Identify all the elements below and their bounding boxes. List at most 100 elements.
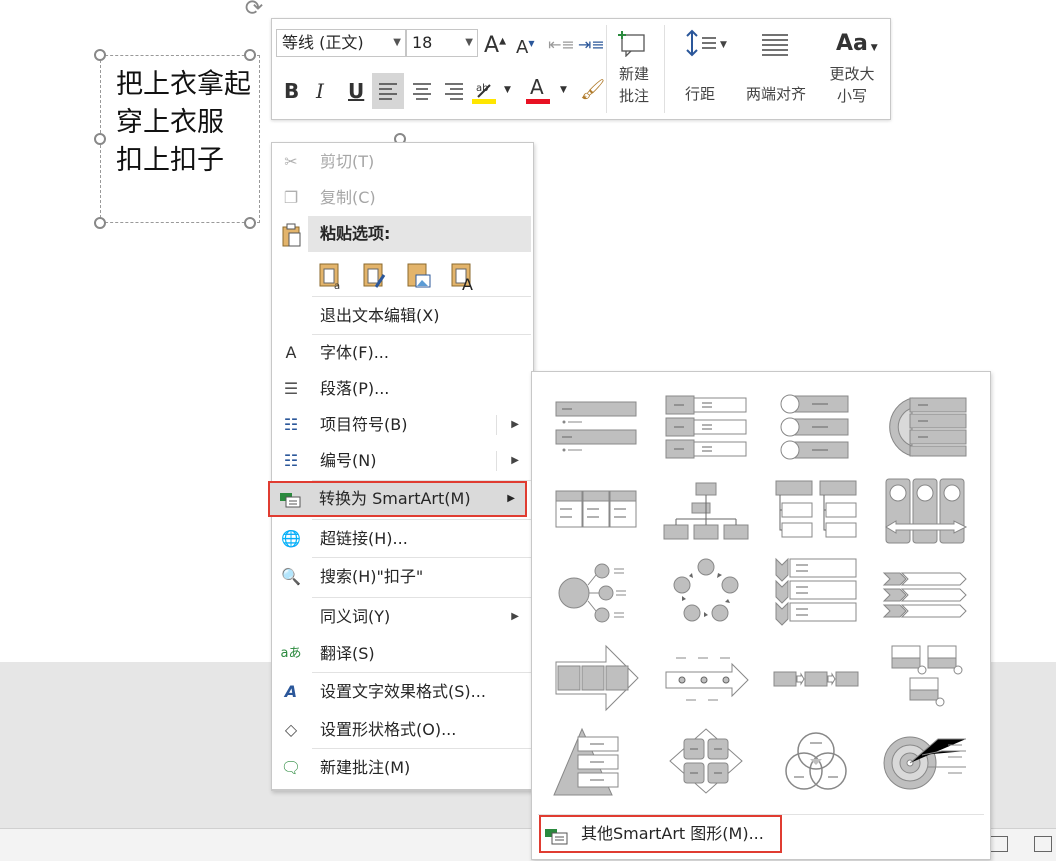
submenu-arrow-icon[interactable]: ▶ — [511, 407, 519, 443]
menu-item-new-comment[interactable]: 🗨 新建批注(M) — [272, 750, 531, 786]
menu-item-shape-format[interactable]: ◇ 设置形状格式(O)... — [272, 712, 531, 748]
chevron-down-icon: ▼ — [465, 37, 473, 48]
menu-item-label: 字体(F)... — [320, 343, 389, 362]
highlight-color-button[interactable]: ab — [470, 77, 500, 107]
menu-item-translate[interactable]: aあ 翻译(S) — [272, 636, 531, 672]
smartart-horizontal-bullet-list[interactable] — [662, 392, 750, 462]
rotate-handle-icon[interactable]: ⟳ — [237, 0, 271, 20]
bullets-icon: ☷ — [283, 415, 299, 434]
normal-view-icon[interactable] — [990, 836, 1008, 852]
format-painter-icon[interactable]: 🖌 — [580, 77, 605, 101]
smartart-radial-list[interactable] — [552, 557, 640, 627]
resize-handle[interactable] — [244, 49, 256, 61]
justify-button[interactable]: 两端对齐 — [738, 25, 814, 115]
bold-icon: B — [284, 79, 300, 103]
resize-handle[interactable] — [244, 217, 256, 229]
menu-item-label: 超链接(H)... — [320, 529, 408, 548]
menu-item-synonyms[interactable]: 同义词(Y) ▶ — [272, 599, 531, 635]
smartart-vertical-bullet-list[interactable] — [552, 392, 640, 462]
menu-item-search[interactable]: 🔍 搜索(H)"扣子" — [272, 559, 531, 595]
italic-icon: I — [316, 79, 324, 103]
menu-item-font[interactable]: A 字体(F)... — [272, 335, 531, 371]
chevron-down-icon[interactable]: ▼ — [504, 85, 511, 95]
smartart-circle-list[interactable] — [772, 392, 860, 462]
submenu-arrow-icon[interactable]: ▶ — [511, 443, 519, 479]
font-size-combo[interactable]: 18 ▼ — [406, 29, 478, 57]
line-spacing-button[interactable]: ▼ 行距 — [676, 25, 736, 115]
smartart-horizontal-chevron-list[interactable] — [882, 557, 970, 627]
increase-indent-button[interactable]: ⇥≡ — [578, 35, 605, 54]
font-name-combo[interactable]: 等线 (正文) ▼ — [276, 29, 406, 57]
svg-text:a: a — [334, 281, 340, 291]
bold-button[interactable]: B — [284, 79, 299, 103]
resize-handle[interactable] — [94, 49, 106, 61]
smartart-picture-captions[interactable] — [882, 644, 970, 714]
line-spacing-icon: ▼ — [686, 29, 727, 57]
justify-icon — [762, 34, 788, 56]
smartart-target[interactable] — [882, 727, 970, 797]
resize-handle[interactable] — [94, 217, 106, 229]
menu-item-cut[interactable]: ✂ 剪切(T) — [272, 144, 531, 180]
menu-item-convert-to-smartart[interactable]: 转换为 SmartArt(M) ▶ — [268, 481, 527, 517]
submenu-arrow-icon[interactable]: ▶ — [511, 599, 519, 635]
label-line: 批注 — [618, 87, 649, 105]
resize-handle[interactable] — [94, 133, 106, 145]
more-smartart-label: 其他SmartArt 图形(M)... — [581, 824, 764, 843]
submenu-arrow-icon[interactable]: ▶ — [507, 483, 515, 515]
smartart-venn[interactable] — [772, 727, 860, 797]
smartart-timeline[interactable] — [662, 644, 750, 714]
smartart-vertical-chevron-list[interactable] — [772, 557, 860, 627]
align-right-button[interactable] — [438, 73, 470, 109]
smartart-organization-chart[interactable] — [662, 477, 750, 547]
smartart-basic-process[interactable] — [772, 644, 860, 714]
menu-item-label: 段落(P)... — [320, 379, 390, 398]
smartart-hierarchy-list[interactable] — [772, 477, 860, 547]
italic-button[interactable]: I — [316, 79, 324, 103]
new-comment-icon — [618, 31, 645, 57]
change-case-button[interactable]: Aa ▼ 更改大 小写 — [820, 25, 884, 115]
menu-item-numbering[interactable]: ☷ 编号(N) ▶ — [272, 443, 531, 479]
menu-item-paragraph[interactable]: ☰ 段落(P)... — [272, 371, 531, 407]
grow-font-button[interactable]: A▲ — [484, 33, 506, 58]
menu-item-exit-text-edit[interactable]: 退出文本编辑(X) — [272, 298, 531, 334]
underline-button[interactable]: U — [348, 79, 364, 103]
menu-item-copy[interactable]: ❐ 复制(C) — [272, 180, 531, 216]
new-comment-button[interactable]: 新建 批注 — [612, 25, 656, 115]
paste-options-header: 粘贴选项: — [308, 216, 531, 252]
menu-separator — [312, 296, 531, 297]
smartart-pyramid-list[interactable] — [552, 727, 640, 797]
paste-picture-icon[interactable] — [406, 261, 432, 291]
menu-item-label: 退出文本编辑(X) — [320, 306, 440, 325]
menu-item-text-effects[interactable]: A 设置文字效果格式(S)... — [272, 674, 531, 710]
smartart-process-arrows[interactable] — [552, 644, 640, 714]
menu-separator — [312, 748, 531, 749]
smartart-stacked-list[interactable] — [882, 392, 970, 462]
menu-item-label: 剪切(T) — [320, 152, 375, 171]
decrease-indent-button[interactable]: ⇤≡ — [548, 35, 575, 54]
align-center-button[interactable] — [406, 73, 438, 109]
grow-font-icon: A — [484, 33, 500, 58]
smartart-basic-cycle[interactable] — [662, 557, 750, 627]
menu-item-hyperlink[interactable]: 🌐 超链接(H)... — [272, 521, 531, 557]
menu-item-label: 项目符号(B) — [320, 415, 408, 434]
new-comment-label: 新建 批注 — [612, 63, 656, 107]
menu-item-label: 复制(C) — [320, 188, 376, 207]
svg-text:A: A — [462, 275, 473, 291]
slide-text[interactable]: 把上衣拿起 穿上衣服 扣上扣子 — [116, 66, 251, 180]
paste-destination-theme-icon[interactable] — [362, 261, 388, 291]
smartart-table-list[interactable] — [552, 477, 640, 547]
paste-text-only-icon[interactable]: A — [450, 261, 476, 294]
more-smartart-graphics-button[interactable]: 其他SmartArt 图形(M)... — [539, 815, 782, 853]
shrink-font-button[interactable]: A▼ — [516, 37, 534, 58]
svg-text:▼: ▼ — [720, 40, 727, 50]
chevron-down-icon[interactable]: ▼ — [560, 85, 567, 95]
paste-keep-source-icon[interactable]: a — [318, 261, 344, 292]
align-left-button[interactable] — [372, 73, 404, 109]
text-line: 穿上衣服 — [116, 107, 224, 138]
smartart-matrix[interactable] — [662, 727, 750, 797]
font-color-button[interactable]: A — [524, 75, 552, 107]
menu-item-bullets[interactable]: ☷ 项目符号(B) ▶ — [272, 407, 531, 443]
smartart-column-arrows[interactable] — [882, 477, 970, 547]
scissors-icon: ✂ — [284, 152, 298, 171]
slide-sorter-icon[interactable] — [1034, 836, 1052, 852]
